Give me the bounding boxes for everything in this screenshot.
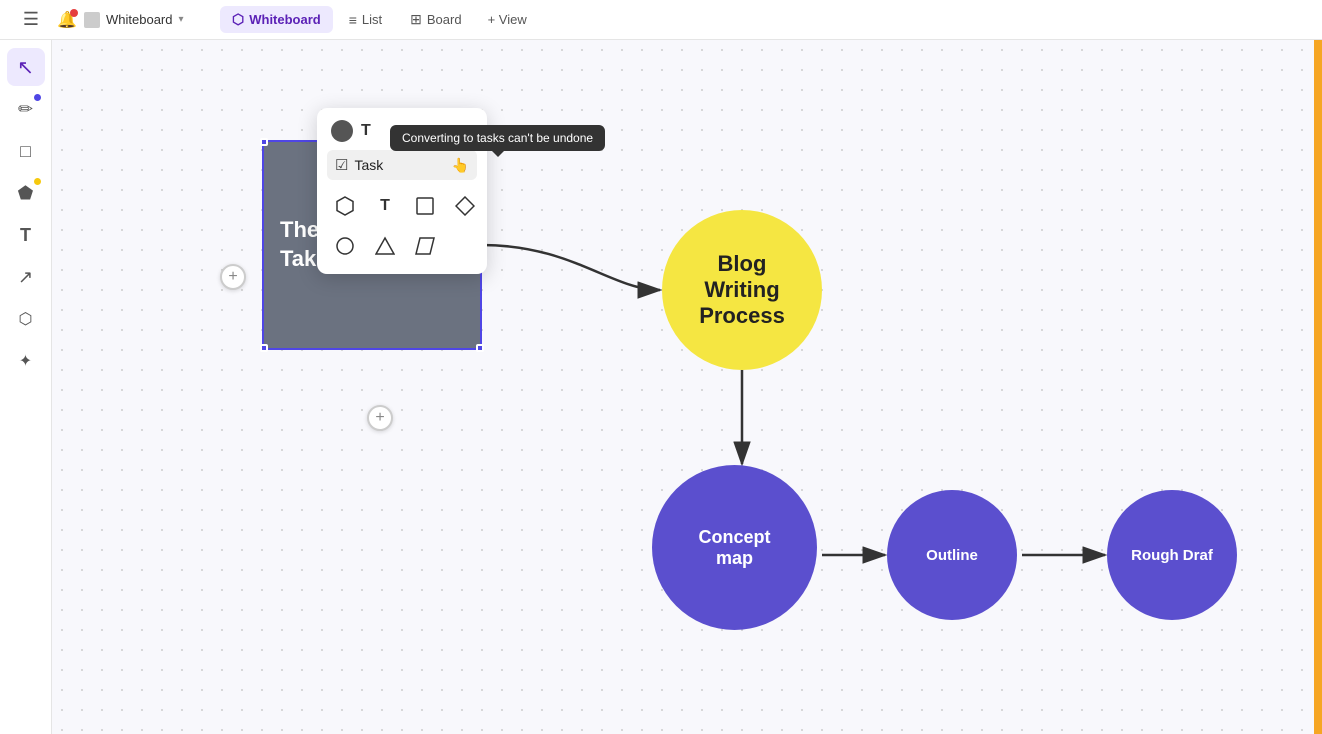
right-border — [1314, 0, 1322, 734]
rough-label: Rough Draf — [1131, 547, 1213, 564]
toolbar-header-t: T — [361, 122, 371, 140]
list-tab-icon: ≡ — [349, 12, 357, 28]
shapes-icon: □ — [20, 141, 31, 162]
handle-tl — [260, 138, 268, 146]
workspace-icon — [84, 12, 100, 28]
shape-parallelogram[interactable] — [407, 228, 443, 264]
board-tab-label: Board — [427, 12, 462, 27]
list-tab-label: List — [362, 12, 382, 27]
add-button-bottom[interactable]: + — [367, 405, 393, 431]
connect-tool[interactable]: ⬡ — [7, 300, 45, 338]
connectors-svg — [52, 40, 1322, 734]
shapes-tool[interactable]: □ — [7, 132, 45, 170]
line-icon: ↗ — [18, 267, 33, 288]
task-check-icon: ☑ — [335, 156, 348, 174]
magic-icon: ✦ — [19, 351, 32, 371]
topbar: ☰ 🔔 Whiteboard ▾ ⬡ Whiteboard ≡ List ⊞ B… — [0, 0, 1322, 40]
tab-whiteboard[interactable]: ⬡ Whiteboard — [220, 6, 333, 33]
shape-text[interactable]: T — [367, 188, 403, 224]
hamburger-icon: ☰ — [23, 9, 39, 30]
workspace-chevron[interactable]: ▾ — [178, 14, 183, 25]
task-convert-row[interactable]: ☑ Task 👆 — [327, 150, 477, 180]
whiteboard-tab-label: Whiteboard — [249, 12, 321, 27]
workspace-name: Whiteboard — [106, 12, 172, 27]
menu-button[interactable]: ☰ — [12, 1, 50, 39]
toolbar-shapes: T — [327, 188, 477, 264]
tab-list[interactable]: ≡ List — [337, 7, 394, 33]
sidebar: ↖ ✏ □ ⬟ T ↗ ⬡ ✦ — [0, 40, 52, 734]
magic-tool[interactable]: ✦ — [7, 342, 45, 380]
add-view-label: + View — [488, 12, 527, 27]
whiteboard-tab-icon: ⬡ — [232, 11, 244, 28]
cursor-hand: 👆 — [452, 157, 469, 174]
cursor-icon: ↖ — [17, 55, 34, 80]
outline-label: Outline — [926, 547, 978, 564]
board-tab-icon: ⊞ — [410, 11, 422, 28]
handle-bl — [260, 344, 268, 352]
topbar-left: ☰ 🔔 Whiteboard ▾ — [12, 1, 212, 39]
line-tool[interactable]: ↗ — [7, 258, 45, 296]
draw-tool[interactable]: ✏ — [7, 90, 45, 128]
shape-square[interactable] — [407, 188, 443, 224]
cursor-tool[interactable]: ↖ — [7, 48, 45, 86]
draw-dot — [34, 94, 41, 101]
handle-br — [476, 344, 484, 352]
notification-dot — [70, 9, 78, 17]
add-view-button[interactable]: + View — [478, 7, 537, 32]
plus-icon-bottom: + — [375, 409, 384, 427]
task-label: Task — [354, 157, 383, 173]
sticky-icon: ⬟ — [18, 183, 34, 204]
canvas[interactable]: The 12 B Note Tak Apps of 2 + + T ☑ Task… — [52, 40, 1322, 734]
rough-draft-node[interactable]: Rough Draf — [1107, 490, 1237, 620]
text-icon: T — [20, 225, 31, 246]
notification-button[interactable]: 🔔 — [56, 9, 78, 31]
sticky-tool[interactable]: ⬟ — [7, 174, 45, 212]
outline-node[interactable]: Outline — [887, 490, 1017, 620]
add-button-left[interactable]: + — [220, 264, 246, 290]
concept-map-node[interactable]: Concept map — [652, 465, 817, 630]
concept-label: Concept map — [699, 527, 771, 569]
sticky-dot — [34, 178, 41, 185]
tooltip-box: Converting to tasks can't be undone — [390, 125, 605, 151]
blog-writing-label: Blog Writing Process — [699, 251, 785, 329]
shape-hexagon[interactable] — [327, 188, 363, 224]
shape-diamond[interactable] — [447, 188, 483, 224]
blog-writing-node[interactable]: Blog Writing Process — [662, 210, 822, 370]
text-shape-icon: T — [380, 197, 390, 215]
text-tool[interactable]: T — [7, 216, 45, 254]
connect-icon: ⬡ — [19, 309, 33, 329]
tooltip-text: Converting to tasks can't be undone — [402, 131, 593, 145]
plus-icon-left: + — [228, 268, 237, 286]
toolbar-color-circle[interactable] — [331, 120, 353, 142]
shape-circle[interactable] — [327, 228, 363, 264]
nav-tabs: ⬡ Whiteboard ≡ List ⊞ Board + View — [220, 6, 1310, 33]
shape-triangle[interactable] — [367, 228, 403, 264]
tab-board[interactable]: ⊞ Board — [398, 6, 473, 33]
pencil-icon: ✏ — [18, 99, 33, 120]
